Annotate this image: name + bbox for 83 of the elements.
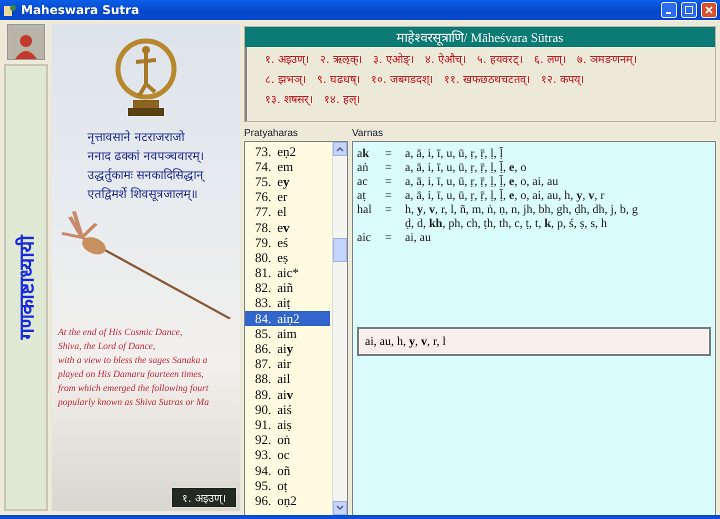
sutra-text: ७. ञमङणनम्। — [577, 52, 637, 66]
pratyahara-term: ak — [357, 146, 370, 160]
app-icon — [3, 3, 17, 17]
verse-line: ननाद ढक्कां नवपञ्चवारम्। — [88, 148, 204, 164]
equals-sign: = — [385, 230, 393, 244]
story-line: from which emerged the following fourt — [58, 383, 210, 396]
maximize-icon — [685, 6, 693, 14]
pratyahara-term: aṭ — [357, 188, 367, 202]
list-item[interactable]: 77. el — [245, 204, 330, 220]
verse-line: नृत्तावसाने नटराजराजो — [88, 129, 186, 145]
photo-placeholder — [7, 24, 45, 60]
list-item[interactable]: 90. aiś — [245, 402, 330, 418]
window-title: Maheswara Sutra — [21, 3, 140, 17]
equals-sign: = — [385, 174, 393, 188]
list-item[interactable]: 87. air — [245, 356, 330, 372]
list-item[interactable]: 73. eṇ2 — [245, 144, 330, 160]
sutra-text: ११. खफछठथचटतव्। — [444, 72, 530, 86]
varna-list: a, ā, i, ī, u, ū, ṛ, ṝ, ḷ, ḹ — [405, 146, 503, 160]
story-line: Shiva, the Lord of Dance, — [58, 341, 156, 354]
story-line: At the end of His Cosmic Dance, — [58, 327, 184, 340]
sutra-text: ५. हयवरट्। — [477, 52, 523, 66]
varna-list: a, ā, i, ī, u, ū, ṛ, ṝ, ḷ, ḹ, e, o, ai, au — [405, 174, 558, 188]
story-line: with a view to bless the sages Sanaka a — [58, 355, 208, 368]
list-item[interactable]: 91. aiṣ — [245, 417, 330, 433]
story-line: popularly known as Shiva Sutras or Ma — [58, 397, 210, 410]
equals-sign: = — [385, 160, 393, 174]
list-item[interactable]: 82. aiñ — [245, 280, 330, 296]
pratyahara-term: aṅ — [357, 160, 370, 174]
verse-line: एतद्विमर्शे शिवसूत्रजालम्॥ — [88, 186, 198, 202]
list-item[interactable]: 81. aic* — [245, 266, 330, 281]
list-item[interactable]: 89. aiv — [245, 387, 330, 402]
sutra-text: १२. कपय्। — [541, 72, 584, 86]
sutra-text: २. ऋऌक्। — [320, 52, 362, 66]
varna-list: a, ā, i, ī, u, ū, ṛ, ṝ, ḷ, ḹ, e, o — [405, 160, 526, 174]
pratyahara-term: hal — [357, 202, 373, 218]
list-item[interactable]: 93. oc — [245, 448, 330, 463]
sutra-text: ८. झभञ्। — [265, 72, 306, 86]
list-item[interactable]: 85. aim — [245, 326, 330, 342]
list-item[interactable]: 76. er — [245, 190, 330, 205]
maximize-button[interactable] — [681, 2, 697, 18]
list-item[interactable]: 80. eṣ — [245, 250, 330, 266]
scrollbar-thumb[interactable] — [333, 238, 347, 262]
list-item[interactable]: 83. aiṭ — [245, 296, 330, 312]
sutra-text: ६. लण्। — [534, 52, 566, 66]
equals-sign: = — [385, 146, 393, 160]
sutra-text: १४. हल्। — [324, 92, 360, 106]
list-item[interactable]: 75. ey — [245, 174, 330, 190]
sutra-text: १. अइउण्। — [265, 52, 309, 66]
pratyahara-term: ac — [357, 174, 369, 188]
result-field: ai, au, h, y, v, r, l — [357, 327, 711, 356]
varna-list: ḍ, d, kh, ph, ch, ṭh, th, c, ṭ, t, k, p, ś, ṣ, s, h — [405, 216, 638, 230]
pratyahara-term: aic — [357, 230, 372, 244]
sutra-text: १०. जबगडदश्। — [371, 72, 433, 86]
sutras-header: माहेश्वरसूत्राणि/ Māheśvara Sūtras — [245, 27, 715, 47]
list-item[interactable]: 92. oṅ — [245, 432, 330, 448]
poster-caption: १. अइउण्। — [172, 488, 236, 507]
vertical-title: गणकाष्टाध्यायी — [14, 236, 40, 340]
list-item[interactable]: 79. eś — [245, 235, 330, 250]
close-icon — [705, 6, 713, 14]
list-item[interactable]: 95. oṭ — [245, 478, 330, 494]
verse-line: उद्धर्तुकामः सनकादिसिद्धान् — [88, 167, 204, 183]
sutra-text: ९. घढधष्। — [317, 72, 360, 86]
list-label: Pratyaharas — [244, 128, 299, 141]
sutra-text: ३. एओङ्। — [373, 52, 414, 66]
list-item[interactable]: 88. ail — [245, 372, 330, 387]
equals-sign: = — [385, 202, 393, 218]
varna-list: ai, au — [405, 230, 431, 244]
list-item[interactable]: 86. aiy — [245, 341, 330, 357]
minimize-button[interactable] — [661, 2, 677, 18]
list-item[interactable]: 84. aiṇ2 — [245, 311, 330, 326]
sutra-text: ४. ऐऔच्। — [425, 52, 466, 66]
story-line: played on His Damaru fourteen times, — [58, 369, 205, 382]
close-button[interactable] — [701, 2, 717, 18]
varna-list: a, ā, i, ī, u, ū, ṛ, ṝ, ḷ, ḹ, e, o, ai, au, h, y, v, r — [405, 188, 604, 202]
varnas-label: Varnas — [352, 128, 384, 141]
list-item[interactable]: 96. oṇ2 — [245, 493, 330, 508]
scrollbar[interactable] — [332, 142, 347, 515]
equals-sign: = — [385, 188, 393, 202]
list-item[interactable]: 94. oñ — [245, 462, 330, 478]
list-item[interactable]: 78. ev — [245, 220, 330, 236]
varna-list: h, y, v, r, l, ñ, m, ṅ, ṇ, n, jh, bh, gh, ḍh, dh, j, b, g — [405, 202, 638, 216]
sutra-text: १३. शषसर्। — [265, 92, 313, 106]
list-item[interactable]: 74. em — [245, 159, 330, 174]
